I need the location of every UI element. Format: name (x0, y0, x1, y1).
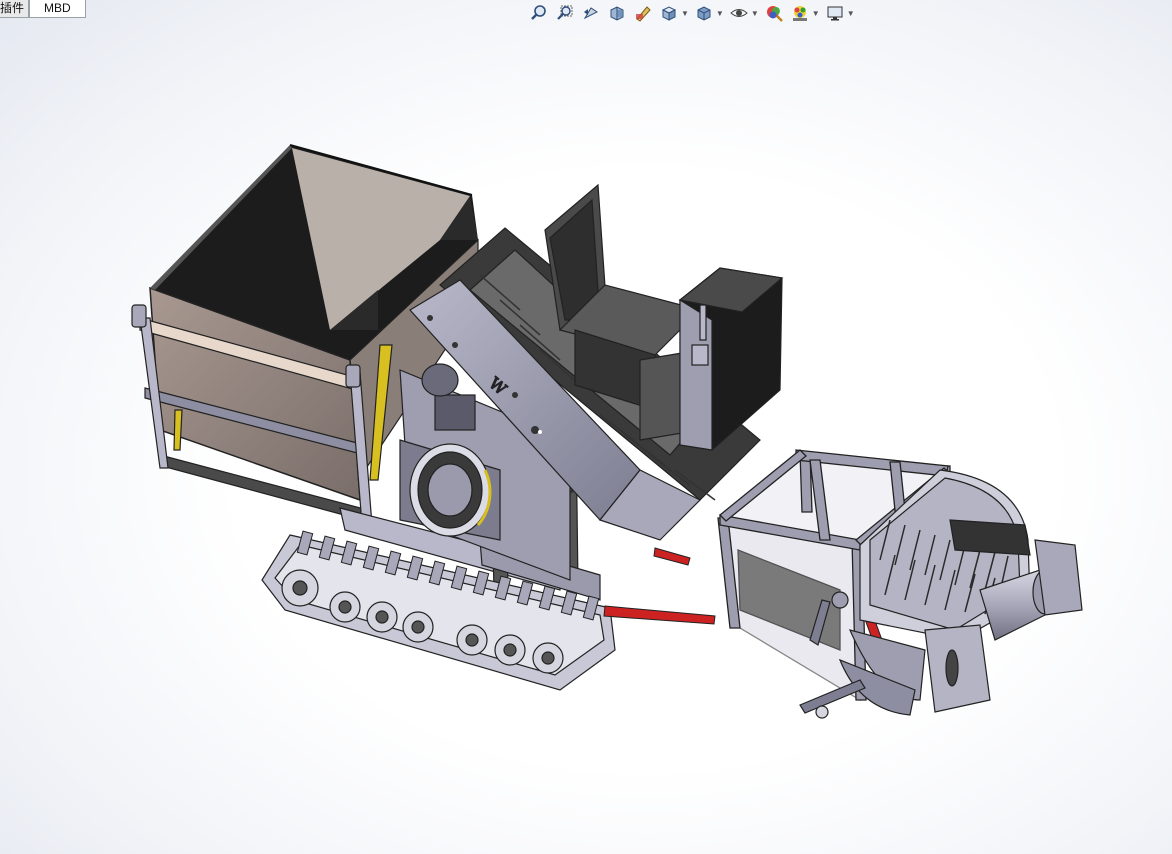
graphics-area-harvester-model[interactable]: W // placeholder to keep structure stati… (0, 0, 1172, 854)
